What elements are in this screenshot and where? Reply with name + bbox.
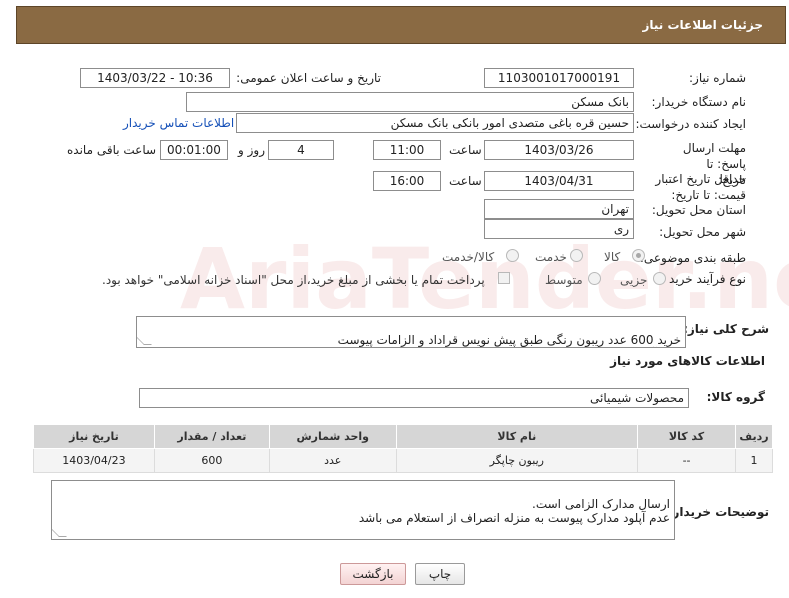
back-button[interactable]: بازگشت bbox=[340, 563, 406, 585]
col-row: ردیف bbox=[734, 424, 774, 449]
description-textarea[interactable]: خرید 600 عدد ریبون رنگی طبق پیش نویس قرا… bbox=[136, 316, 686, 348]
resize-grip-icon[interactable] bbox=[137, 337, 152, 345]
cell-code: -- bbox=[637, 448, 736, 473]
category-radio-service[interactable] bbox=[570, 249, 583, 262]
goods-group-label: گروه کالا: bbox=[706, 390, 765, 404]
process-label: نوع فرآیند خرید : bbox=[661, 272, 746, 286]
col-name: نام کالا bbox=[395, 424, 639, 449]
requester-field[interactable]: حسین قره باغی متصدی امور بانکی بانک مسکن bbox=[236, 113, 634, 133]
days-field[interactable]: 4 bbox=[268, 140, 334, 160]
buyer-notes-label: توضیحات خریدار: bbox=[667, 505, 769, 519]
buyer-notes-textarea[interactable]: ارسال مدارک الزامی است. عدم آپلود مدارک … bbox=[51, 480, 675, 540]
col-date: تاریخ نیاز bbox=[33, 424, 155, 449]
description-label: شرح کلی نیاز: bbox=[683, 322, 769, 336]
category-option-both: کالا/خدمت bbox=[442, 250, 495, 264]
city-field[interactable]: ری bbox=[484, 219, 634, 239]
category-radio-both[interactable] bbox=[506, 249, 519, 262]
validity-date-field[interactable]: 1403/04/31 bbox=[484, 171, 634, 191]
category-option-service: خدمت bbox=[535, 250, 567, 264]
description-text: خرید 600 عدد ریبون رنگی طبق پیش نویس قرا… bbox=[337, 333, 681, 347]
cell-unit: عدد bbox=[268, 448, 397, 473]
city-label: شهر محل تحویل: bbox=[659, 225, 746, 239]
process-radio-medium[interactable] bbox=[588, 272, 601, 285]
process-option-minor: جزیی bbox=[620, 273, 648, 287]
cell-name: ریبون چاپگر bbox=[395, 448, 639, 473]
buyer-notes-text: ارسال مدارک الزامی است. عدم آپلود مدارک … bbox=[358, 497, 670, 525]
announce-field[interactable]: 1403/03/22 - 10:36 bbox=[80, 68, 230, 88]
category-radio-goods[interactable] bbox=[632, 249, 645, 262]
need-number-label: شماره نیاز: bbox=[689, 71, 746, 85]
buyer-contact-link[interactable]: اطلاعات تماس خریدار bbox=[123, 116, 234, 130]
cell-row: 1 bbox=[734, 448, 774, 473]
goods-table-header: ردیف کد کالا نام کالا واحد شمارش تعداد /… bbox=[33, 424, 774, 449]
province-label: استان محل تحویل: bbox=[651, 203, 746, 217]
category-option-goods: کالا bbox=[604, 250, 621, 264]
category-label: طبقه بندی موضوعی: bbox=[639, 251, 746, 265]
process-radio-minor[interactable] bbox=[653, 272, 666, 285]
announce-label: تاریخ و ساعت اعلان عمومی: bbox=[236, 71, 381, 85]
deadline-time-field[interactable]: 11:00 bbox=[373, 140, 441, 160]
treasury-payment-checkbox[interactable] bbox=[498, 272, 510, 284]
print-button[interactable]: چاپ bbox=[415, 563, 465, 585]
process-option-medium: متوسط bbox=[545, 273, 583, 287]
remaining-time-field[interactable]: 00:01:00 bbox=[160, 140, 228, 160]
cell-date: 1403/04/23 bbox=[33, 448, 155, 473]
validity-time-field[interactable]: 16:00 bbox=[373, 171, 441, 191]
buyer-org-label: نام دستگاه خریدار: bbox=[651, 95, 747, 109]
province-field[interactable]: تهران bbox=[484, 199, 634, 219]
requester-label: ایجاد کننده درخواست: bbox=[635, 117, 746, 131]
resize-grip-icon[interactable] bbox=[52, 529, 67, 537]
buyer-org-field[interactable]: بانک مسکن bbox=[186, 92, 634, 112]
table-row: 1 -- ریبون چاپگر عدد 600 1403/04/23 bbox=[33, 448, 774, 473]
goods-section-title: اطلاعات کالاهای مورد نیاز bbox=[610, 354, 765, 368]
remaining-label: ساعت باقی مانده bbox=[67, 143, 157, 157]
cell-qty: 600 bbox=[153, 448, 270, 473]
deadline-date-field[interactable]: 1403/03/26 bbox=[484, 140, 634, 160]
page-title: جزئیات اطلاعات نیاز bbox=[642, 18, 763, 32]
goods-table: ردیف کد کالا نام کالا واحد شمارش تعداد /… bbox=[33, 424, 774, 473]
page-header: جزئیات اطلاعات نیاز bbox=[16, 6, 786, 44]
days-label: روز و bbox=[238, 143, 265, 157]
validity-label: حداقل تاریخ اعتبار قیمت: تا تاریخ: bbox=[655, 172, 746, 202]
col-qty: تعداد / مقدار bbox=[153, 424, 270, 449]
col-unit: واحد شمارش bbox=[268, 424, 397, 449]
treasury-payment-note: پرداخت تمام یا بخشی از مبلغ خرید،از محل … bbox=[102, 273, 485, 287]
need-number-field[interactable]: 1103001017000191 bbox=[484, 68, 634, 88]
validity-time-label: ساعت bbox=[449, 174, 482, 188]
deadline-time-label: ساعت bbox=[449, 143, 482, 157]
goods-group-field[interactable]: محصولات شیمیائی bbox=[139, 388, 689, 408]
col-code: کد کالا bbox=[637, 424, 736, 449]
